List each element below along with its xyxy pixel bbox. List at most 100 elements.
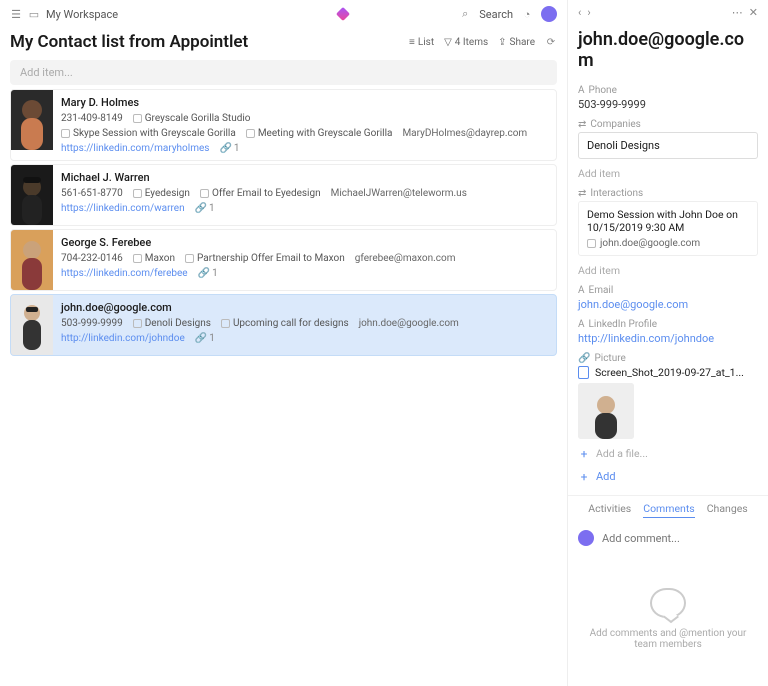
bell-icon[interactable]: ◔ [521,8,533,20]
interaction-item[interactable]: Demo Session with John Doe on 10/15/2019… [578,201,758,256]
contact-company[interactable]: Eyedesign [133,188,190,199]
detail-tabs: Activities Comments Changes [568,495,768,524]
attachment-badge: 🔗1 [219,143,239,154]
attachment-icon: 🔗 [578,353,590,364]
contact-email[interactable]: gferebee@maxon.com [355,253,456,264]
detail-panel: ‹ › ⋯ ✕ john.doe@google.com APhone 503-9… [568,0,768,686]
meeting-icon [61,129,70,138]
meeting-chip[interactable]: Partnership Offer Email to Maxon [185,253,345,264]
company-icon [133,254,142,263]
tab-activities[interactable]: Activities [588,502,631,518]
header-tools: ≡ List ▽ 4 Items ⇪ Share ⟳ [409,36,557,48]
meeting-icon [200,189,209,198]
speech-bubble-icon [650,588,686,618]
contact-company[interactable]: Greyscale Gorilla Studio [133,113,251,124]
contact-card[interactable]: Michael J. Warren 561-651-8770 Eyedesign… [10,164,557,226]
app-logo-icon [336,7,350,21]
contact-photo [11,295,53,355]
company-pill[interactable]: Denoli Designs [578,132,758,159]
meeting-chip[interactable]: Offer Email to Eyedesign [200,188,321,199]
tab-changes[interactable]: Changes [707,502,748,518]
meeting-icon [246,129,255,138]
contact-phone: 231-409-8149 [61,113,123,124]
attachment-badge: 🔗1 [195,203,215,214]
contact-name: Michael J. Warren [61,171,548,184]
contact-linkedin[interactable]: https://linkedin.com/maryholmes [61,143,209,154]
search-label[interactable]: Search [479,8,513,21]
contact-company[interactable]: Denoli Designs [133,318,211,329]
contact-name: George S. Ferebee [61,236,548,249]
picture-file[interactable]: Screen_Shot_2019-09-27_at_1... [578,366,758,379]
workspace-name[interactable]: My Workspace [46,8,118,21]
meeting-chip[interactable]: Skype Session with Greyscale Gorilla [61,128,236,139]
page-title: My Contact list from Appointlet [10,32,401,52]
detail-email[interactable]: john.doe@google.com [578,298,758,311]
next-icon[interactable]: › [587,6,590,19]
picture-thumb[interactable] [578,383,634,439]
contact-name: john.doe@google.com [61,301,548,314]
link-rel-icon: ⇄ [578,119,586,130]
contact-list: Add item... Mary D. Holmes 231-409-8149 … [0,60,567,359]
attachment-badge: 🔗1 [198,268,218,279]
contact-card-selected[interactable]: john.doe@google.com 503-999-9999 Denoli … [10,294,557,356]
text-icon: A [578,285,585,296]
main-panel: ☰ ▭ My Workspace ⌕ Search ◔ My Contact l… [0,0,568,686]
detail-title: john.doe@google.com [568,25,768,81]
share-button[interactable]: ⇪ Share [498,37,535,48]
company-icon [133,319,142,328]
filter-items[interactable]: ▽ 4 Items [444,37,488,48]
contact-email[interactable]: MaryDHolmes@dayrep.com [402,128,527,139]
prev-icon[interactable]: ‹ [578,6,581,19]
user-avatar[interactable] [541,6,557,22]
contact-linkedin[interactable]: https://linkedin.com/ferebee [61,268,188,279]
contact-photo [11,90,53,150]
attachment-badge: 🔗1 [195,333,215,344]
company-icon [133,189,142,198]
contact-card[interactable]: George S. Ferebee 704-232-0146 Maxon Par… [10,229,557,291]
file-icon [578,366,589,379]
text-icon: A [578,319,585,330]
contact-company[interactable]: Maxon [133,253,175,264]
link-rel-icon: ⇄ [578,188,586,199]
contact-email[interactable]: MichaelJWarren@teleworm.us [331,188,467,199]
text-icon: A [578,85,585,96]
contact-linkedin[interactable]: http://linkedin.com/johndoe [61,333,185,344]
contact-phone: 704-232-0146 [61,253,123,264]
close-icon[interactable]: ✕ [749,6,758,19]
meeting-icon [185,254,194,263]
comments-empty: Add comments and @mention your team memb… [568,552,768,686]
detail-topbar: ‹ › ⋯ ✕ [568,0,768,25]
contact-phone: 503-999-9999 [61,318,123,329]
tab-comments[interactable]: Comments [643,502,694,518]
contact-photo [11,165,53,225]
contact-card[interactable]: Mary D. Holmes 231-409-8149 Greyscale Go… [10,89,557,161]
topbar: ☰ ▭ My Workspace ⌕ Search ◔ [0,0,567,28]
add-property[interactable]: +Add [568,464,768,489]
meeting-chip[interactable]: Meeting with Greyscale Gorilla [246,128,393,139]
folder-icon: ▭ [28,8,40,20]
contact-photo [11,230,53,290]
plus-icon: + [578,471,590,483]
add-interaction[interactable]: Add item [568,260,768,281]
add-company[interactable]: Add item [568,163,768,184]
page-icon [587,239,596,248]
contact-name: Mary D. Holmes [61,96,548,109]
comment-input-row [568,524,768,552]
meeting-chip[interactable]: Upcoming call for designs [221,318,349,329]
detail-linkedin[interactable]: http://linkedin.com/johndoe [578,332,758,345]
detail-phone[interactable]: 503-999-9999 [578,98,758,111]
menu-icon[interactable]: ☰ [10,8,22,20]
list-view[interactable]: ≡ List [409,37,434,48]
refresh-icon[interactable]: ⟳ [545,36,557,48]
more-icon[interactable]: ⋯ [732,6,743,19]
add-item-input[interactable]: Add item... [10,60,557,85]
contact-linkedin[interactable]: https://linkedin.com/warren [61,203,185,214]
page-header: My Contact list from Appointlet ≡ List ▽… [0,28,567,60]
company-icon [133,114,142,123]
plus-icon: + [578,448,590,460]
contact-email[interactable]: john.doe@google.com [359,318,459,329]
search-icon[interactable]: ⌕ [459,8,471,20]
contact-phone: 561-651-8770 [61,188,123,199]
comment-input[interactable] [602,532,758,545]
add-file[interactable]: +Add a file... [568,443,768,464]
